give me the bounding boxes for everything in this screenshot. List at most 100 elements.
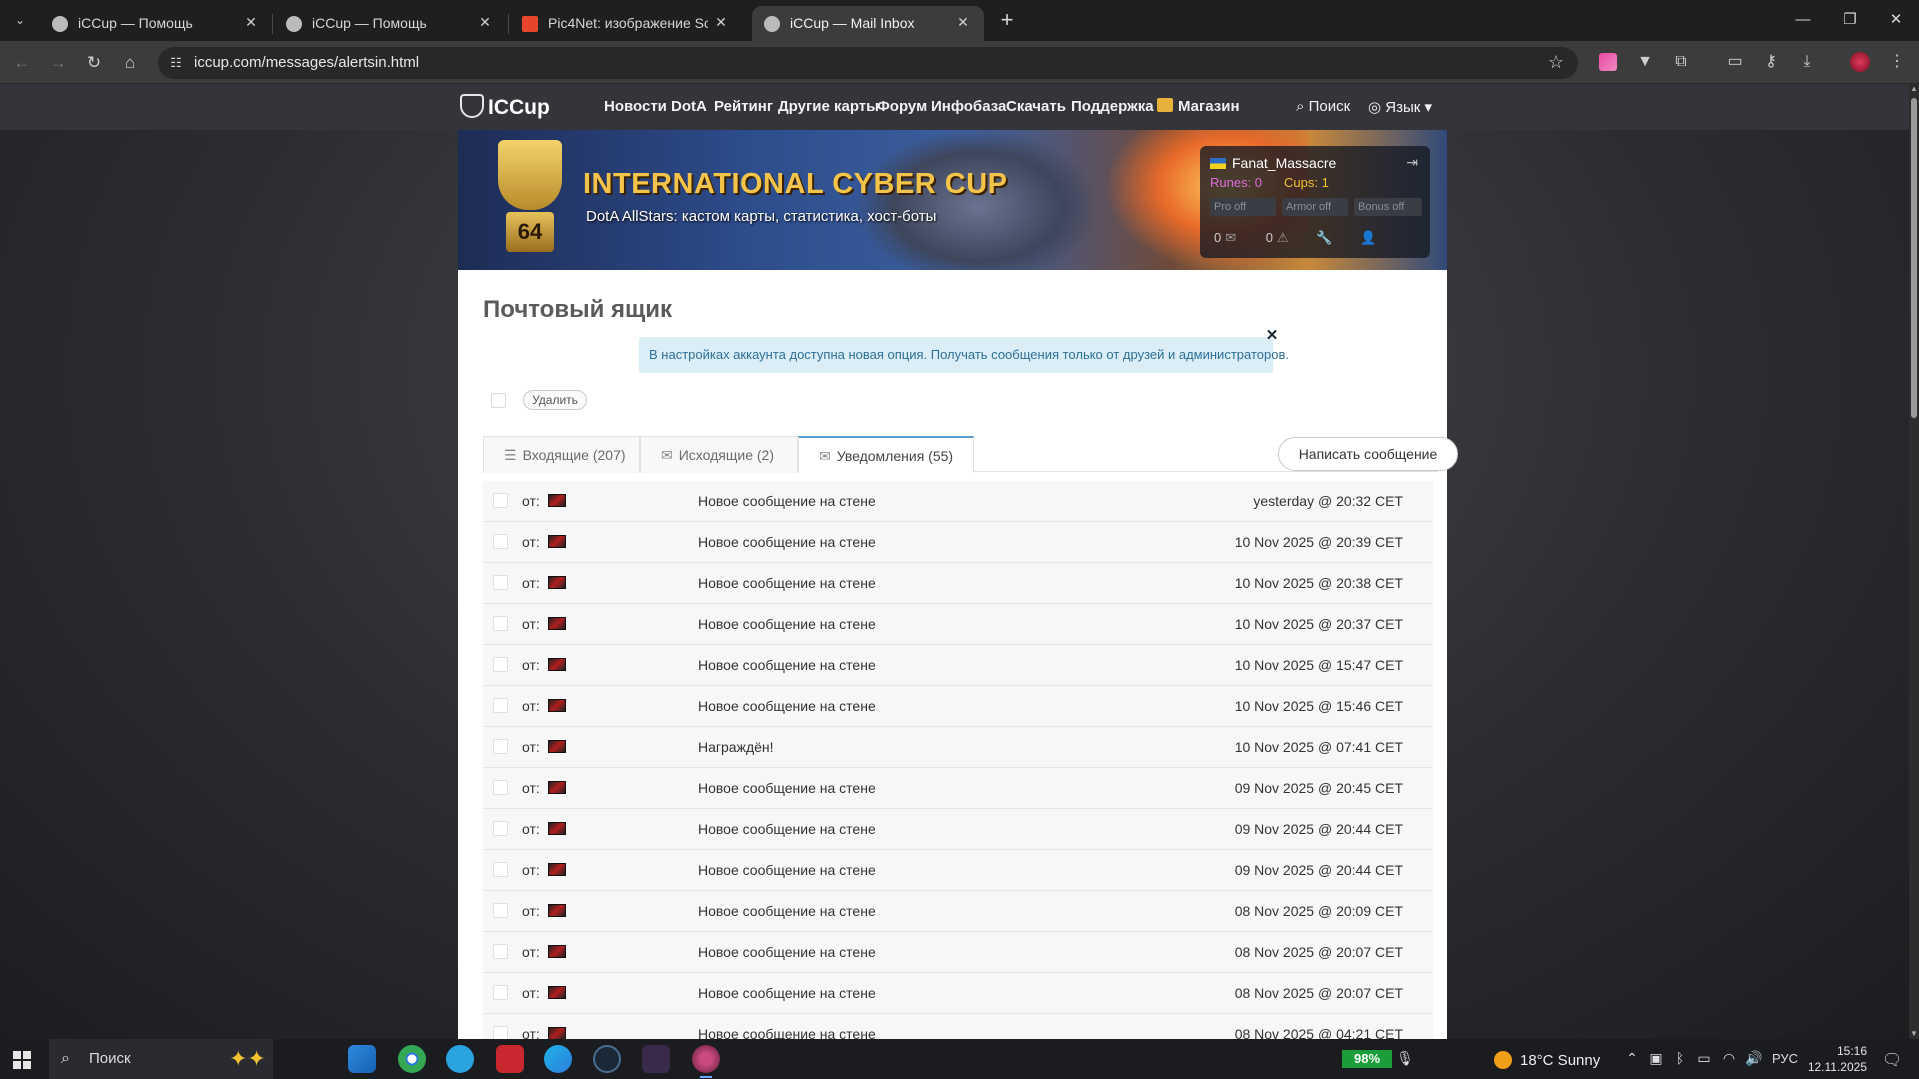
extension-pink-icon[interactable] — [1599, 53, 1617, 71]
message-subject[interactable]: Новое сообщение на стене — [698, 575, 876, 591]
user-silhouette-icon[interactable]: 👤 — [1360, 230, 1376, 246]
message-row[interactable]: от: Новое сообщение на стене 08 Nov 2025 @… — [483, 891, 1433, 932]
telegram-icon[interactable] — [446, 1045, 474, 1073]
device-icon[interactable]: ▣ — [1647, 1050, 1665, 1067]
iccup-logo[interactable]: ICCup — [460, 94, 550, 120]
tab-notifications[interactable]: ✉ Уведомления (55) — [798, 436, 974, 473]
message-checkbox[interactable] — [493, 575, 508, 590]
sender-avatar-icon[interactable] — [548, 781, 566, 794]
sender-avatar-icon[interactable] — [548, 494, 566, 507]
warning-icon[interactable]: ⚠ — [1277, 230, 1289, 246]
message-checkbox[interactable] — [493, 739, 508, 754]
weather-widget[interactable]: 18°C Sunny — [1494, 1051, 1600, 1069]
message-subject[interactable]: Новое сообщение на стене — [698, 534, 876, 550]
select-all-checkbox[interactable] — [491, 393, 506, 408]
nav-other-maps[interactable]: Другие карты — [778, 98, 879, 115]
wrench-icon[interactable]: 🔧 — [1316, 230, 1332, 246]
message-row[interactable]: от: Новое сообщение на стене yesterday @ 2… — [483, 481, 1433, 522]
profile-avatar[interactable] — [1850, 52, 1870, 72]
scrollbar-thumb[interactable] — [1911, 98, 1917, 418]
message-subject[interactable]: Новое сообщение на стене — [698, 903, 876, 919]
pro-status-pill[interactable]: Pro off — [1210, 198, 1276, 216]
bluetooth-icon[interactable]: ᛒ — [1671, 1050, 1689, 1066]
extension-filter-icon[interactable]: ▼ — [1634, 51, 1656, 73]
page-scrollbar[interactable]: ▲ ▼ — [1909, 84, 1919, 1039]
nav-rating[interactable]: Рейтинг — [714, 98, 773, 115]
sender-avatar-icon[interactable] — [548, 576, 566, 589]
message-subject[interactable]: Награждён! — [698, 739, 774, 755]
close-tab-icon[interactable]: ✕ — [712, 13, 730, 31]
restore-button[interactable]: ❐ — [1830, 6, 1870, 34]
password-key-icon[interactable]: ⚷ — [1760, 51, 1782, 73]
message-subject[interactable]: Новое сообщение на стене — [698, 698, 876, 714]
vscode-icon[interactable] — [348, 1045, 376, 1073]
message-checkbox[interactable] — [493, 698, 508, 713]
armor-status-pill[interactable]: Armor off — [1282, 198, 1348, 216]
scroll-down-arrow-icon[interactable]: ▼ — [1909, 1029, 1919, 1039]
logout-icon[interactable]: ⇥ — [1406, 154, 1418, 171]
reading-mode-icon[interactable]: ▭ — [1724, 51, 1746, 73]
sender-avatar-icon[interactable] — [548, 863, 566, 876]
sender-avatar-icon[interactable] — [548, 904, 566, 917]
message-subject[interactable]: Новое сообщение на стене — [698, 985, 876, 1001]
message-row[interactable]: от: Новое сообщение на стене 09 Nov 2025 @… — [483, 809, 1433, 850]
close-tab-icon[interactable]: ✕ — [242, 13, 260, 31]
sender-avatar-icon[interactable] — [548, 699, 566, 712]
envelope-icon[interactable]: ✉ — [1225, 230, 1236, 246]
message-checkbox[interactable] — [493, 493, 508, 508]
home-button[interactable]: ⌂ — [116, 49, 144, 77]
wifi-icon[interactable]: ◠ — [1720, 1050, 1738, 1067]
bookmark-star-icon[interactable]: ☆ — [1548, 52, 1564, 73]
close-tab-icon[interactable]: ✕ — [476, 13, 494, 31]
sender-avatar-icon[interactable] — [548, 1027, 566, 1039]
message-checkbox[interactable] — [493, 944, 508, 959]
nav-download[interactable]: Скачать — [1006, 98, 1066, 115]
nav-support[interactable]: Поддержка — [1071, 98, 1154, 115]
message-row[interactable]: от: Новое сообщение на стене 10 Nov 2025 @… — [483, 563, 1433, 604]
taskbar-search[interactable]: ⌕ Поиск ✦✦ — [49, 1039, 273, 1079]
edge-icon[interactable] — [544, 1045, 572, 1073]
message-row[interactable]: от: Награждён! 10 Nov 2025 @ 07:41 CET — [483, 727, 1433, 768]
message-checkbox[interactable] — [493, 616, 508, 631]
sender-avatar-icon[interactable] — [548, 945, 566, 958]
close-window-button[interactable]: ✕ — [1876, 6, 1916, 34]
message-checkbox[interactable] — [493, 534, 508, 549]
message-checkbox[interactable] — [493, 862, 508, 877]
minimize-button[interactable]: — — [1783, 6, 1823, 34]
message-subject[interactable]: Новое сообщение на стене — [698, 780, 876, 796]
reload-button[interactable]: ↻ — [80, 49, 108, 77]
message-subject[interactable]: Новое сообщение на стене — [698, 862, 876, 878]
chrome-icon[interactable] — [398, 1045, 426, 1073]
browser-tab-2[interactable]: iCCup — Помощь ✕ — [274, 6, 506, 41]
notifications-icon[interactable]: 🗨 — [1882, 1050, 1902, 1070]
message-row[interactable]: от: Новое сообщение на стене 08 Nov 2025 @… — [483, 973, 1433, 1014]
message-checkbox[interactable] — [493, 1026, 508, 1039]
sender-avatar-icon[interactable] — [548, 617, 566, 630]
site-search-link[interactable]: ⌕ Поиск — [1296, 98, 1350, 115]
volume-icon[interactable]: 🔊 — [1745, 1050, 1763, 1067]
message-checkbox[interactable] — [493, 821, 508, 836]
message-row[interactable]: от: Новое сообщение на стене 10 Nov 2025 @… — [483, 604, 1433, 645]
nav-dota[interactable]: DotA — [671, 98, 707, 115]
message-row[interactable]: от: Новое сообщение на стене 08 Nov 2025 @… — [483, 932, 1433, 973]
clock[interactable]: 15:16 12.11.2025 — [1807, 1043, 1867, 1075]
pdf-app-icon[interactable] — [496, 1045, 524, 1073]
sender-avatar-icon[interactable] — [548, 658, 566, 671]
show-hidden-icons-chevron-icon[interactable]: ⌃ — [1623, 1050, 1641, 1067]
chrome-profile-active-icon[interactable] — [692, 1045, 720, 1078]
download-icon[interactable]: ⤓ — [1796, 51, 1818, 73]
tab-outbox[interactable]: ✉ Исходящие (2) — [640, 436, 798, 473]
tab-search-button[interactable]: ⌄ — [8, 8, 32, 32]
game-app-icon[interactable] — [642, 1045, 670, 1073]
message-row[interactable]: от: Новое сообщение на стене 09 Nov 2025 @… — [483, 850, 1433, 891]
microphone-icon[interactable]: 🎙 — [1396, 1050, 1414, 1067]
extensions-puzzle-icon[interactable]: ⧉ — [1670, 51, 1692, 73]
sender-avatar-icon[interactable] — [548, 740, 566, 753]
input-language[interactable]: РУС — [1772, 1051, 1798, 1066]
message-row[interactable]: от: Новое сообщение на стене 09 Nov 2025 @… — [483, 768, 1433, 809]
battery-icon[interactable]: ▭ — [1695, 1050, 1713, 1067]
battery-indicator[interactable]: 98% — [1342, 1050, 1392, 1068]
message-subject[interactable]: Новое сообщение на стене — [698, 1026, 876, 1039]
browser-tab-1[interactable]: iCCup — Помощь ✕ — [40, 6, 272, 41]
browser-tab-4-active[interactable]: iCCup — Mail Inbox ✕ — [752, 6, 984, 41]
